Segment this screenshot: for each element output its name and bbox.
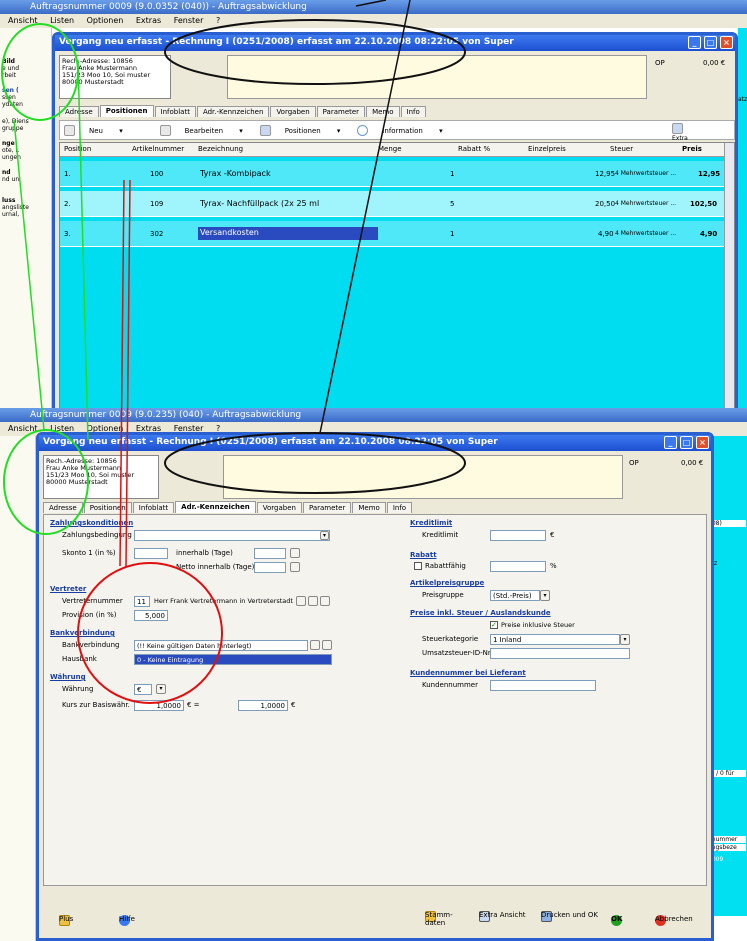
red-circle-annotation	[77, 562, 223, 704]
black-line-annotation	[355, 0, 387, 7]
annotation-overlay	[1, 0, 466, 704]
black-ellipse-annotation	[164, 19, 466, 85]
green-line-annotation	[77, 59, 89, 441]
red-line-annotation	[119, 179, 125, 567]
green-circle-annotation	[3, 429, 89, 535]
green-line-annotation	[13, 119, 45, 431]
green-circle-annotation	[1, 23, 79, 121]
black-line-annotation	[319, 0, 411, 434]
black-ellipse-annotation	[164, 432, 466, 494]
red-line-annotation	[125, 179, 131, 567]
